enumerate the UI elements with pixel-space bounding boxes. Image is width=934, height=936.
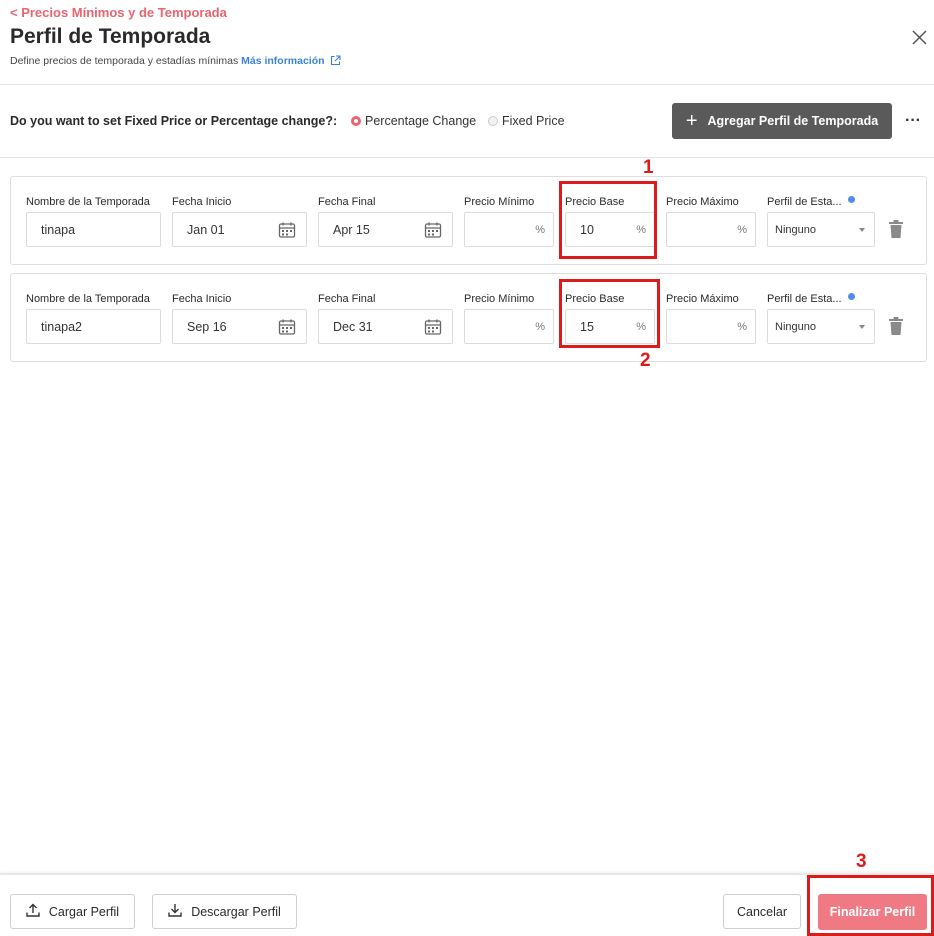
info-icon[interactable] xyxy=(848,196,855,203)
field-value: Jan 01 xyxy=(187,223,225,237)
download-label: Descargar Perfil xyxy=(191,904,281,919)
download-profile-button[interactable]: Descargar Perfil xyxy=(152,894,297,929)
close-icon[interactable] xyxy=(906,25,932,51)
min-price-input[interactable]: % xyxy=(464,212,554,247)
label-start-date: Fecha Inicio xyxy=(172,196,232,208)
select-value: Ninguno xyxy=(775,321,816,333)
calendar-icon[interactable] xyxy=(278,318,296,339)
upload-label: Cargar Perfil xyxy=(48,904,120,919)
label-end-date: Fecha Final xyxy=(318,293,376,305)
page-title: Perfil de Temporada xyxy=(10,25,211,48)
add-season-profile-button[interactable]: + Agregar Perfil de Temporada xyxy=(672,103,892,139)
label-min-price: Precio Mínimo xyxy=(464,196,535,208)
label-start-date: Fecha Inicio xyxy=(172,293,232,305)
annotation-number-1: 1 xyxy=(643,157,654,178)
subtitle-text: Define precios de temporada y estadías m… xyxy=(10,55,239,67)
label-stay-profile: Perfil de Esta... xyxy=(767,293,842,305)
trash-icon[interactable] xyxy=(889,317,903,340)
season-name-input[interactable]: tinapa xyxy=(26,212,161,247)
percent-unit: % xyxy=(737,224,747,236)
radio-dot[interactable] xyxy=(488,116,498,126)
label-end-date: Fecha Final xyxy=(318,196,376,208)
radio-fixed-price[interactable]: Fixed Price xyxy=(488,114,565,128)
calendar-icon[interactable] xyxy=(424,318,442,339)
end-date-input[interactable]: Dec 31 xyxy=(318,309,453,344)
max-price-input[interactable]: % xyxy=(666,212,756,247)
label-max-price: Precio Máximo xyxy=(666,293,739,305)
annotation-number-2: 2 xyxy=(640,350,651,371)
cancel-button[interactable]: Cancelar xyxy=(723,894,801,929)
annotation-box-2 xyxy=(559,279,660,348)
info-icon[interactable] xyxy=(848,293,855,300)
label-max-price: Precio Máximo xyxy=(666,196,739,208)
percent-unit: % xyxy=(737,321,747,333)
finalize-profile-button[interactable]: Finalizar Perfil xyxy=(818,894,927,930)
label-season-name: Nombre de la Temporada xyxy=(26,293,150,305)
percent-unit: % xyxy=(535,321,545,333)
more-info-link[interactable]: Más información xyxy=(241,55,324,67)
upload-icon xyxy=(26,903,40,920)
field-value: tinapa xyxy=(41,223,76,237)
header-divider xyxy=(0,84,934,85)
select-value: Ninguno xyxy=(775,224,816,236)
label-stay-profile: Perfil de Esta... xyxy=(767,196,842,208)
end-date-input[interactable]: Apr 15 xyxy=(318,212,453,247)
price-mode-question: Do you want to set Fixed Price or Percen… xyxy=(10,114,338,128)
external-link-icon[interactable] xyxy=(330,55,342,69)
radio-label: Fixed Price xyxy=(502,114,565,128)
field-value: tinapa2 xyxy=(41,320,83,334)
season-row: Nombre de la Temporada Fecha Inicio Fech… xyxy=(10,176,927,265)
field-value: Sep 16 xyxy=(187,320,227,334)
chevron-down-icon xyxy=(859,325,865,329)
season-name-input[interactable]: tinapa2 xyxy=(26,309,161,344)
footer-divider xyxy=(0,873,934,875)
finalize-label: Finalizar Perfil xyxy=(829,905,916,919)
min-price-input[interactable]: % xyxy=(464,309,554,344)
percent-unit: % xyxy=(535,224,545,236)
start-date-input[interactable]: Sep 16 xyxy=(172,309,307,344)
label-season-name: Nombre de la Temporada xyxy=(26,196,150,208)
add-button-label: Agregar Perfil de Temporada xyxy=(707,114,879,128)
field-value: Apr 15 xyxy=(333,223,370,237)
annotation-box-1 xyxy=(559,181,657,259)
upload-profile-button[interactable]: Cargar Perfil xyxy=(10,894,135,929)
download-icon xyxy=(168,903,182,920)
radio-percentage-change[interactable]: Percentage Change xyxy=(351,114,476,128)
field-value: Dec 31 xyxy=(333,320,373,334)
start-date-input[interactable]: Jan 01 xyxy=(172,212,307,247)
radio-label: Percentage Change xyxy=(365,114,477,128)
annotation-number-3: 3 xyxy=(856,851,867,872)
page-subtitle: Define precios de temporada y estadías m… xyxy=(10,55,342,69)
calendar-icon[interactable] xyxy=(278,221,296,242)
max-price-input[interactable]: % xyxy=(666,309,756,344)
more-icon[interactable]: ··· xyxy=(905,112,921,130)
plus-icon: + xyxy=(685,110,698,132)
stay-profile-select[interactable]: Ninguno xyxy=(767,309,875,344)
cancel-label: Cancelar xyxy=(736,904,788,919)
stay-profile-select[interactable]: Ninguno xyxy=(767,212,875,247)
calendar-icon[interactable] xyxy=(424,221,442,242)
season-row: Nombre de la Temporada Fecha Inicio Fech… xyxy=(10,273,927,362)
trash-icon[interactable] xyxy=(889,220,903,243)
radio-dot-selected[interactable] xyxy=(351,116,361,126)
back-link[interactable]: < Precios Mínimos y de Temporada xyxy=(10,5,227,20)
chevron-down-icon xyxy=(859,228,865,232)
toolbar-divider xyxy=(0,157,934,158)
label-min-price: Precio Mínimo xyxy=(464,293,535,305)
